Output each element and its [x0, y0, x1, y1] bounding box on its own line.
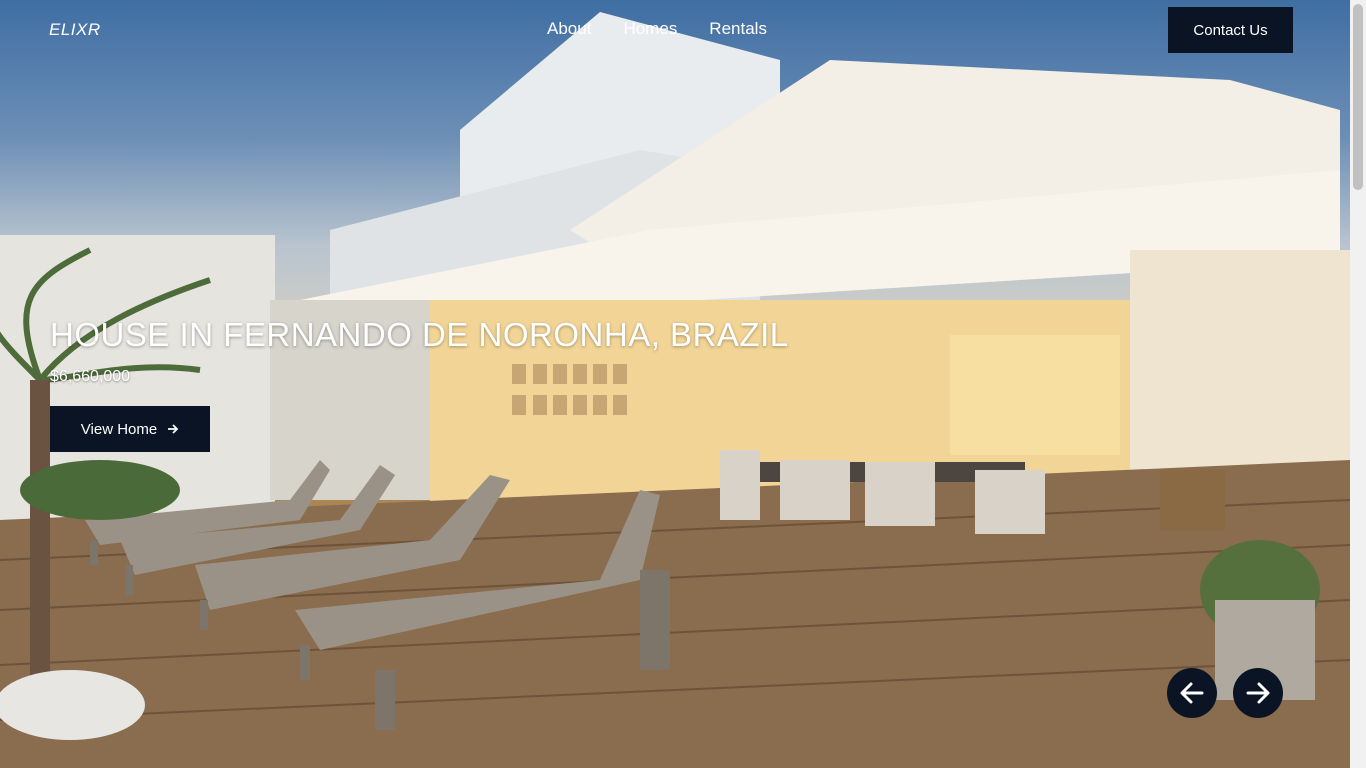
view-home-button[interactable]: View Home	[50, 406, 210, 452]
arrow-left-icon	[1180, 682, 1204, 704]
nav-item-rentals[interactable]: Rentals	[709, 19, 767, 39]
view-home-label: View Home	[80, 420, 158, 438]
carousel-prev-button[interactable]	[1167, 668, 1217, 718]
house-photo	[0, 12, 1350, 768]
carousel-next-button[interactable]	[1233, 668, 1283, 718]
contact-us-button[interactable]: Contact Us	[1168, 7, 1293, 53]
arrow-right-icon	[1246, 682, 1270, 704]
scrollbar-thumb[interactable]	[1353, 4, 1363, 190]
arrow-right-icon	[168, 424, 179, 434]
hero-price: $6,660,000	[50, 368, 131, 385]
brand-logo[interactable]: ELIXR	[49, 20, 101, 40]
main-nav: About Homes Rentals	[547, 19, 767, 39]
nav-item-about[interactable]: About	[547, 19, 591, 39]
nav-item-homes[interactable]: Homes	[623, 19, 677, 39]
hero-title: HOUSE IN FERNANDO DE NORONHA, BRAZIL	[50, 316, 789, 353]
page-scrollbar[interactable]	[1350, 0, 1366, 768]
hero-image	[0, 0, 1350, 768]
